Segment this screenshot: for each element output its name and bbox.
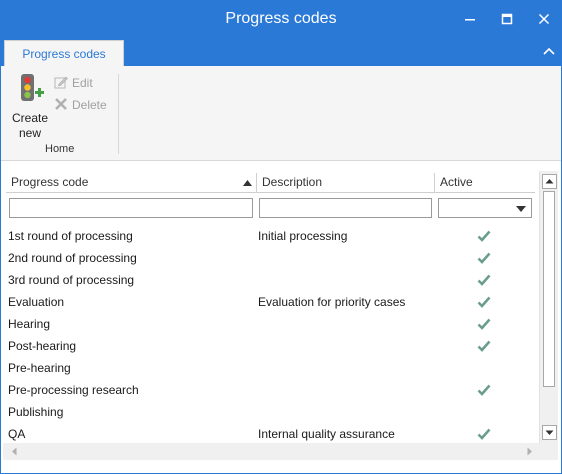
description-cell: Internal quality assurance — [258, 427, 395, 441]
progress-code-cell: Evaluation — [8, 295, 65, 309]
ribbon-tab-row: Progress codes — [1, 38, 561, 66]
scroll-right-icon[interactable] — [523, 445, 536, 458]
active-check-icon — [477, 230, 491, 242]
create-label-line2: new — [18, 126, 41, 140]
column-header-progress-code-label: Progress code — [11, 175, 89, 189]
active-check-icon — [477, 296, 491, 308]
close-button[interactable] — [531, 7, 557, 31]
table-row[interactable]: Pre-hearing — [3, 357, 539, 379]
scroll-up-icon[interactable] — [542, 174, 557, 189]
active-check-icon — [477, 252, 491, 264]
progress-codes-grid: Progress code Description Active 1st rou… — [3, 168, 559, 461]
tab-progress-codes[interactable]: Progress codes — [4, 40, 124, 66]
scroll-down-icon[interactable] — [542, 425, 557, 440]
scroll-left-icon[interactable] — [8, 445, 21, 458]
table-row[interactable]: Hearing — [3, 313, 539, 335]
minimize-button[interactable] — [457, 7, 483, 31]
vertical-scrollbar[interactable] — [539, 171, 558, 443]
pencil-icon — [54, 76, 68, 89]
active-check-icon — [477, 428, 491, 440]
progress-code-cell: 1st round of processing — [8, 229, 133, 243]
create-new-button[interactable]: Create new — [7, 72, 53, 142]
edit-label: Edit — [72, 76, 93, 90]
traffic-light-plus-icon — [21, 74, 44, 101]
progress-code-cell: Pre-hearing — [8, 361, 71, 375]
chevron-up-icon — [543, 47, 555, 55]
close-icon — [538, 13, 550, 25]
active-filter-dropdown[interactable] — [438, 198, 532, 218]
column-header-description[interactable]: Description — [256, 173, 434, 193]
create-label-line1: Create — [11, 111, 49, 125]
progress-code-filter-input[interactable] — [9, 198, 253, 218]
table-row[interactable]: Pre-processing research — [3, 379, 539, 401]
table-row[interactable]: 1st round of processing Initial processin… — [3, 225, 539, 247]
table-row[interactable]: QA Internal quality assurance — [3, 423, 539, 445]
scrollbar-corner — [539, 443, 558, 460]
progress-code-cell: 2nd round of processing — [8, 251, 137, 265]
table-row[interactable]: Publishing — [3, 401, 539, 423]
table-row[interactable]: Evaluation Evaluation for priority cases — [3, 291, 539, 313]
column-header-progress-code[interactable]: Progress code — [6, 173, 256, 193]
x-icon — [55, 98, 67, 110]
active-check-icon — [477, 340, 491, 352]
progress-code-cell: Pre-processing research — [8, 383, 139, 397]
column-header-active[interactable]: Active — [434, 173, 535, 193]
progress-code-cell: QA — [8, 427, 26, 441]
ribbon-group-separator — [118, 74, 119, 154]
horizontal-scrollbar[interactable] — [3, 443, 539, 460]
delete-label: Delete — [72, 98, 107, 112]
active-check-icon — [477, 274, 491, 286]
description-cell: Evaluation for priority cases — [258, 295, 406, 309]
description-filter-input[interactable] — [259, 198, 432, 218]
progress-code-cell: Post-hearing — [8, 339, 77, 353]
progress-code-cell: 3rd round of processing — [8, 273, 135, 287]
minimize-icon — [465, 19, 475, 21]
progress-code-cell: Publishing — [8, 405, 64, 419]
chevron-down-icon — [516, 206, 526, 212]
table-row[interactable]: Post-hearing — [3, 335, 539, 357]
table-row[interactable]: 2nd round of processing — [3, 247, 539, 269]
vertical-scroll-thumb[interactable] — [543, 191, 555, 387]
description-cell: Initial processing — [258, 229, 348, 243]
table-row[interactable]: 3rd round of processing — [3, 269, 539, 291]
collapse-ribbon-button[interactable] — [541, 45, 557, 59]
ribbon-group-home: Home — [45, 143, 75, 155]
progress-code-cell: Hearing — [8, 317, 51, 331]
maximize-icon — [501, 13, 513, 25]
active-check-icon — [477, 318, 491, 330]
sort-ascending-icon — [243, 180, 252, 186]
edit-button[interactable]: Edit — [53, 74, 93, 94]
active-check-icon — [477, 384, 491, 396]
title-bar[interactable]: Progress codes — [1, 1, 561, 38]
ribbon: Create new Edit Delete Home — [1, 66, 561, 161]
maximize-button[interactable] — [494, 7, 520, 31]
delete-button[interactable]: Delete — [53, 96, 107, 116]
progress-codes-window: Progress codes Progress codes Create new… — [0, 0, 562, 474]
